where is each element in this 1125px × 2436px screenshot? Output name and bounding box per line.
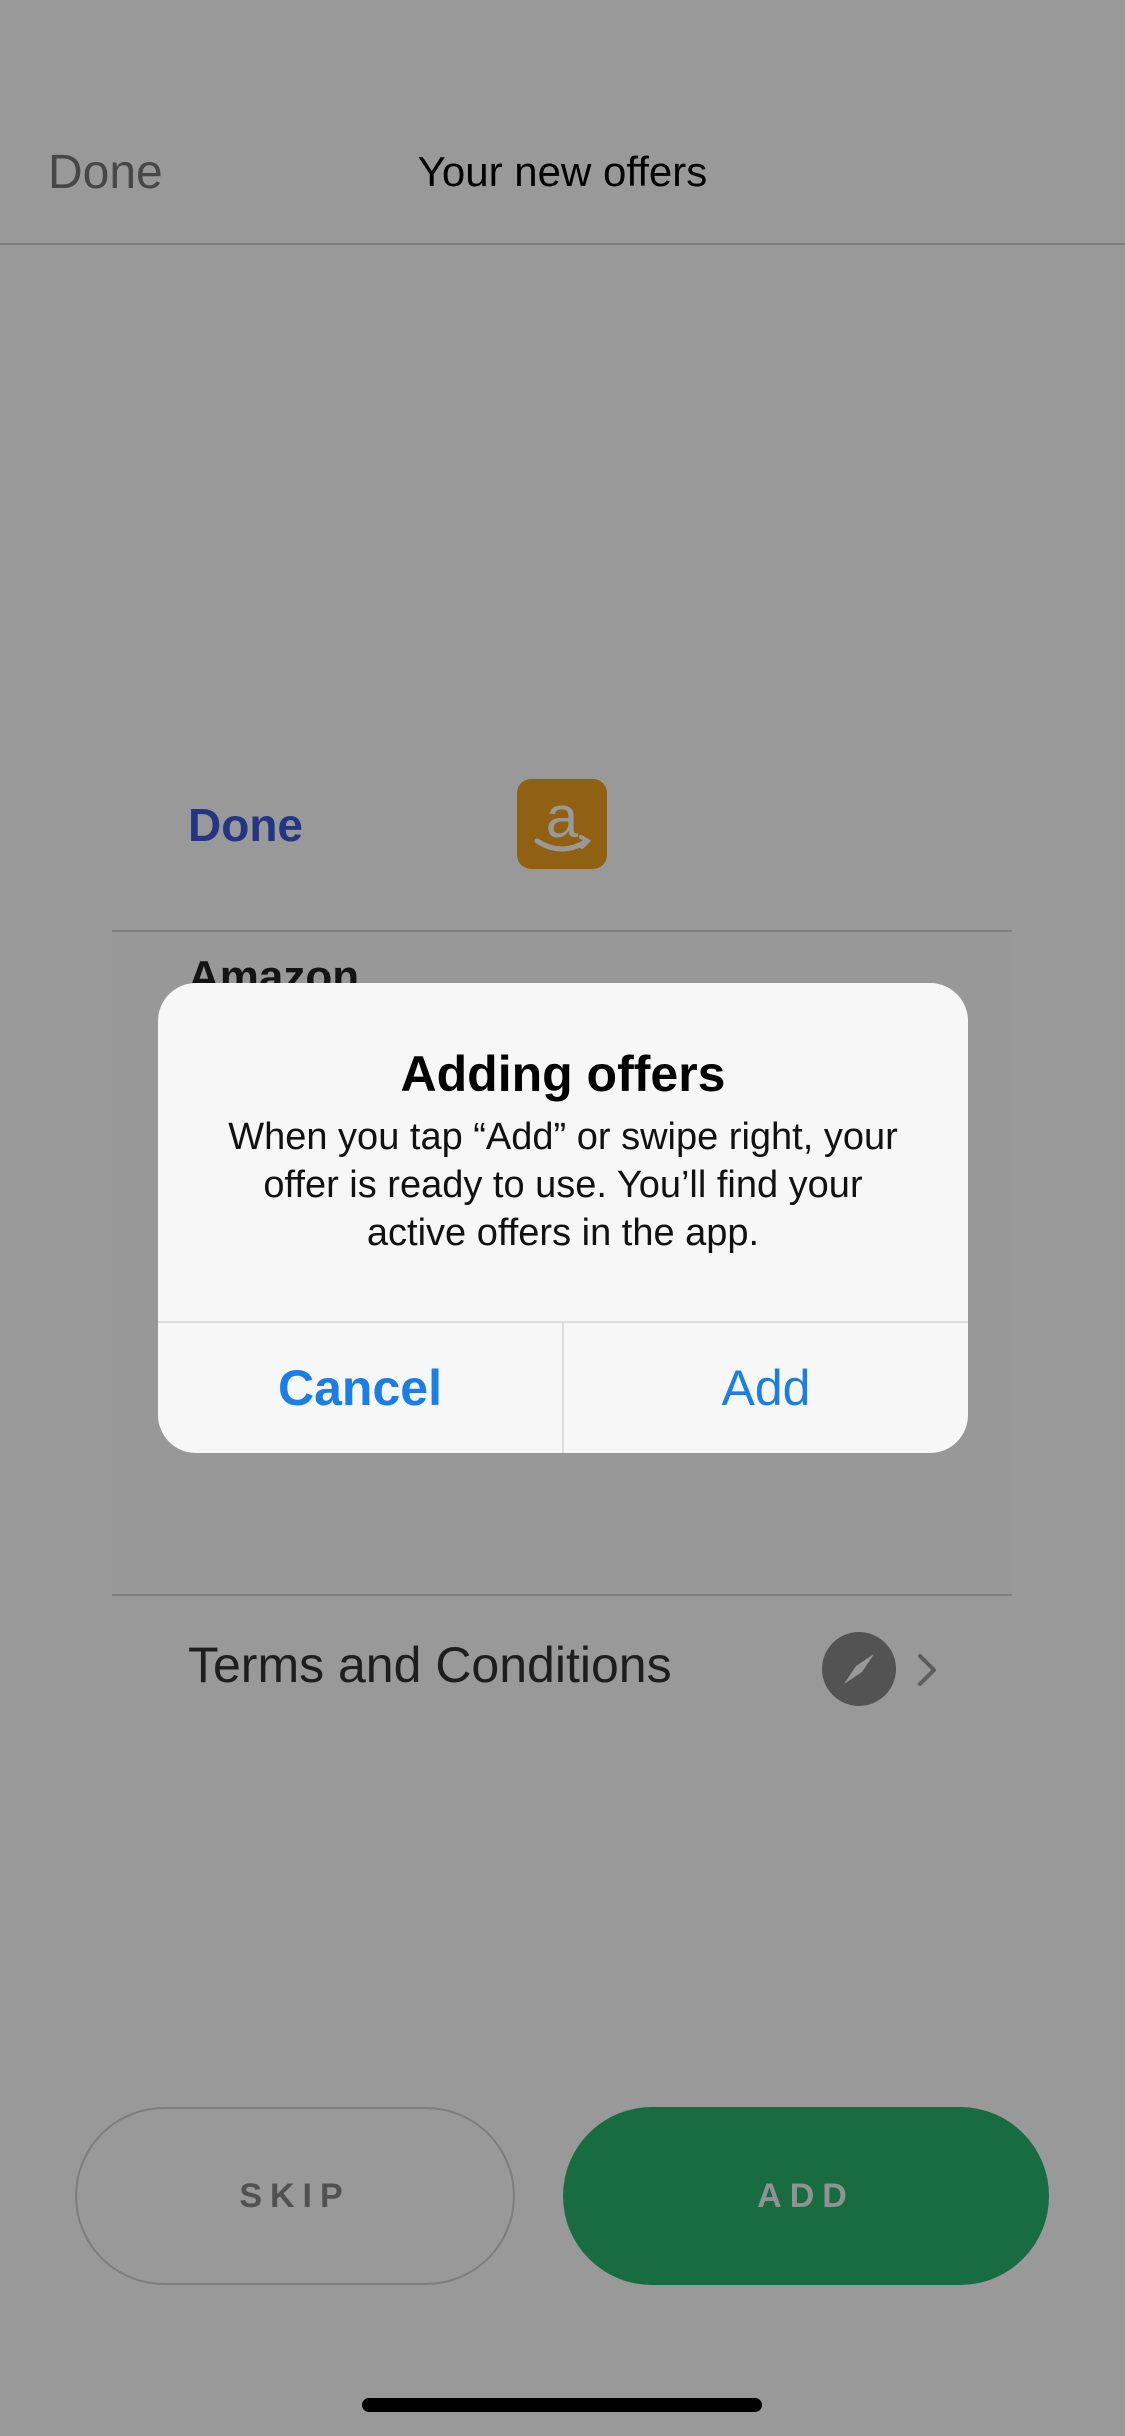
alert-message: When you tap “Add” or swipe right, your … — [228, 1116, 898, 1254]
adding-offers-alert: Adding offers When you tap “Add” or swip… — [158, 983, 968, 1453]
alert-title: Adding offers — [400, 1046, 726, 1102]
alert-add-button[interactable]: Add — [564, 1323, 968, 1453]
home-indicator[interactable] — [362, 2398, 762, 2412]
alert-cancel-button[interactable]: Cancel — [158, 1323, 562, 1453]
